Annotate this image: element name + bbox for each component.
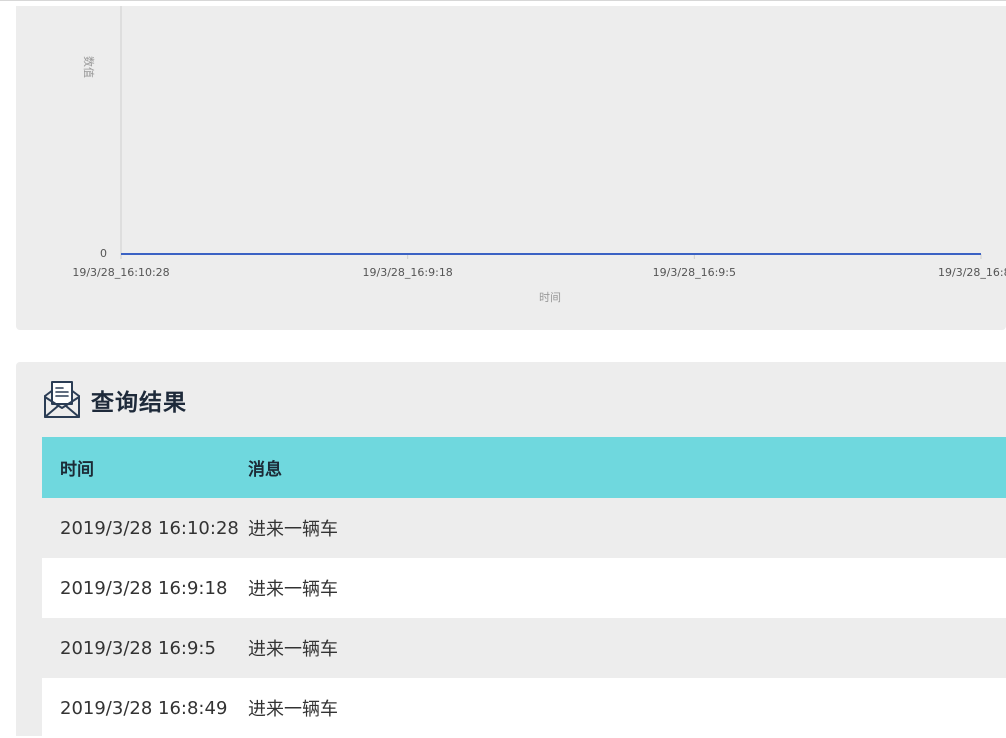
cell-message: 进来一辆车 <box>248 579 338 600</box>
results-table: 时间 消息 2019/3/28 16:10:28 进来一辆车 2019/3/28… <box>42 437 1006 738</box>
cell-message: 进来一辆车 <box>248 699 338 720</box>
x-tick-label: 19/3/28_16:9:5 <box>653 266 736 279</box>
results-header: 查询结果 <box>42 380 187 420</box>
y-tick-label: 0 <box>100 247 107 260</box>
line-chart: 数值 0 19/3/28_16:10:28 19/3/28_16:9:18 19/3… <box>72 6 1006 304</box>
y-axis-label: 数值 <box>82 56 95 78</box>
column-header-message: 消息 <box>248 460 282 480</box>
cell-message: 进来一辆车 <box>248 639 338 660</box>
results-title: 查询结果 <box>91 390 187 416</box>
envelope-message-icon <box>42 380 82 420</box>
results-panel: 查询结果 时间 消息 2019/3/28 16:10:28 进来一辆车 2019… <box>16 362 1006 738</box>
cell-message: 进来一辆车 <box>248 519 338 540</box>
table-row: 2019/3/28 16:10:28 进来一辆车 <box>42 498 1006 558</box>
cell-time: 2019/3/28 16:8:49 <box>60 697 228 719</box>
table-row: 2019/3/28 16:9:18 进来一辆车 <box>42 558 1006 618</box>
table-header: 时间 消息 <box>42 437 1006 498</box>
table-row: 2019/3/28 16:8:49 进来一辆车 <box>42 678 1006 738</box>
x-axis-ticks: 19/3/28_16:10:28 19/3/28_16:9:18 19/3/28_1… <box>72 254 1006 279</box>
x-axis-label: 时间 <box>539 291 561 304</box>
cell-time: 2019/3/28 16:9:18 <box>60 577 228 599</box>
cell-time: 2019/3/28 16:10:28 <box>60 517 239 539</box>
x-tick-label: 19/3/28_16:10:28 <box>72 266 169 279</box>
table-row: 2019/3/28 16:9:5 进来一辆车 <box>42 618 1006 678</box>
cell-time: 2019/3/28 16:9:5 <box>60 637 216 659</box>
chart-panel: 数值 0 19/3/28_16:10:28 19/3/28_16:9:18 19/3… <box>16 6 1006 330</box>
column-header-time: 时间 <box>60 460 94 480</box>
x-tick-label: 19/3/28_16:9:18 <box>363 266 453 279</box>
x-tick-label: 19/3/28_16:8 <box>938 266 1006 279</box>
